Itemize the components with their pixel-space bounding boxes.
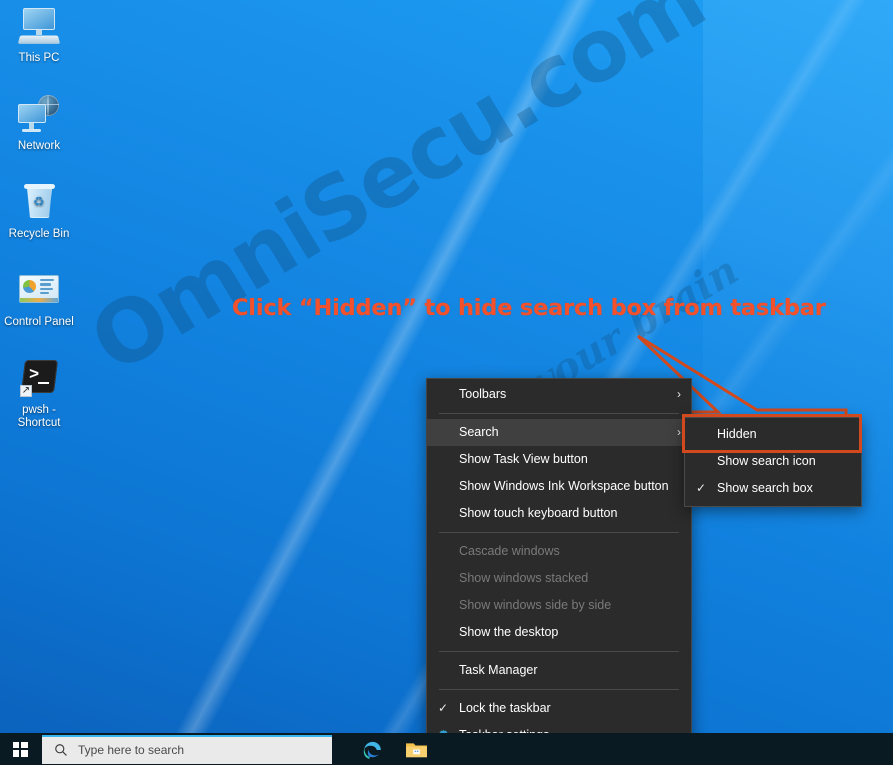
menu-item-label: Hidden [717,427,757,441]
menu-item-label: Cascade windows [459,544,560,558]
taskbar-app-file-explorer[interactable] [394,733,438,765]
menu-item-label: Show search box [717,481,813,495]
menu-separator [439,689,679,690]
menu-item-label: Task Manager [459,663,538,677]
menu-item-label: Show the desktop [459,625,559,639]
menu-item-label: Show windows stacked [459,571,589,585]
submenu-item-show-search-box[interactable]: ✓ Show search box [685,475,861,502]
menu-item-task-manager[interactable]: Task Manager [427,657,691,684]
chevron-right-icon: › [677,425,681,439]
menu-item-label: Search [459,425,499,439]
menu-item-cascade-windows: Cascade windows [427,538,691,565]
control-panel-icon [16,270,62,312]
menu-item-label: Show Windows Ink Workspace button [459,479,669,493]
desktop-icon-this-pc[interactable]: This PC [0,6,78,65]
recycle-bin-icon: ♻ [16,182,62,224]
menu-item-show-windows-stacked: Show windows stacked [427,565,691,592]
menu-separator [439,651,679,652]
windows-logo-icon [12,741,28,757]
this-pc-icon [16,6,62,48]
desktop-icon-recycle-bin[interactable]: ♻ Recycle Bin [0,182,78,241]
submenu-item-hidden[interactable]: Hidden [685,421,861,448]
search-placeholder: Type here to search [78,743,185,757]
search-submenu[interactable]: Hidden Show search icon ✓ Show search bo… [684,417,862,507]
menu-separator [439,532,679,533]
menu-item-show-touch-keyboard-button[interactable]: Show touch keyboard button [427,500,691,527]
menu-item-search[interactable]: Search › [427,419,691,446]
microsoft-edge-icon [363,741,381,759]
desktop-icon-label: Control Panel [4,316,74,328]
chevron-right-icon: › [677,387,681,401]
menu-item-label: Show touch keyboard button [459,506,618,520]
network-icon [16,94,62,136]
menu-item-lock-the-taskbar[interactable]: ✓ Lock the taskbar [427,695,691,722]
shortcut-arrow-icon: ↗ [20,385,32,397]
menu-separator [439,413,679,414]
desktop-icon-network[interactable]: Network [0,94,78,153]
taskbar-app-microsoft-edge[interactable] [350,733,394,765]
desktop-icon-label: Recycle Bin [8,228,70,240]
menu-item-label: Show windows side by side [459,598,612,612]
menu-item-show-the-desktop[interactable]: Show the desktop [427,619,691,646]
annotation-text: Click “Hidden” to hide search box from t… [232,295,826,321]
taskbar-context-menu[interactable]: Toolbars › Search › Show Task View butto… [426,378,692,754]
menu-item-show-task-view-button[interactable]: Show Task View button [427,446,691,473]
start-button[interactable] [0,733,40,765]
menu-item-label: Toolbars [459,387,507,401]
taskbar[interactable]: Type here to search [0,733,893,765]
desktop[interactable]: OmniSecu.com feed your brain This PC Net… [0,0,893,765]
checkmark-icon: ✓ [438,701,449,715]
menu-item-label: Show Task View button [459,452,588,466]
desktop-icon-pwsh-shortcut[interactable]: > ↗ pwsh - Shortcut [0,358,78,430]
checkmark-icon: ✓ [696,481,707,495]
taskbar-search-box[interactable]: Type here to search [42,734,332,764]
menu-item-show-windows-ink-workspace-button[interactable]: Show Windows Ink Workspace button [427,473,691,500]
powershell-icon: > ↗ [16,358,62,400]
desktop-icon-label: Network [17,140,61,152]
menu-item-label: Lock the taskbar [459,701,551,715]
menu-item-toolbars[interactable]: Toolbars › [427,381,691,408]
search-icon [55,744,67,756]
submenu-item-show-search-icon[interactable]: Show search icon [685,448,861,475]
desktop-icon-label: pwsh - Shortcut [17,404,61,429]
desktop-icon-control-panel[interactable]: Control Panel [0,270,78,329]
menu-item-label: Show search icon [717,454,816,468]
desktop-icon-label: This PC [18,52,60,64]
folder-icon [405,742,427,757]
menu-item-show-windows-side-by-side: Show windows side by side [427,592,691,619]
